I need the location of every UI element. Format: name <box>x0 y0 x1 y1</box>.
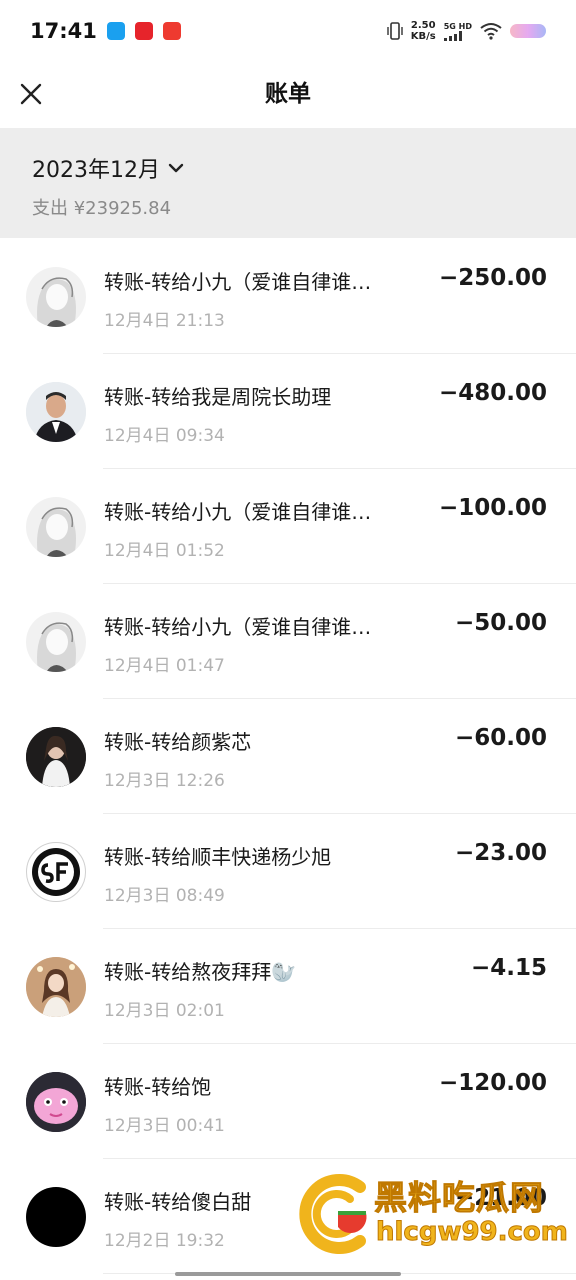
transaction-time: 12月2日 19:32 <box>104 1231 225 1251</box>
transaction-row[interactable]: 转账-转给颜紫芯 12月3日 12:26 −60.00 <box>0 699 576 814</box>
status-left: 17:41 <box>30 19 181 43</box>
transaction-amount: −100.00 <box>438 495 547 521</box>
avatar <box>26 497 86 557</box>
network-type: 5G HD <box>443 21 472 31</box>
transaction-amount: −60.00 <box>454 725 547 751</box>
avatar-sketch-image <box>37 277 76 327</box>
transaction-title: 转账-转给小九（爱谁自律谁… <box>104 500 372 524</box>
transaction-title: 转账-转给小九（爱谁自律谁… <box>104 615 372 639</box>
home-indicator[interactable] <box>175 1272 401 1276</box>
transaction-time: 12月3日 12:26 <box>104 771 225 791</box>
avatar-cartoon-image <box>26 1072 86 1132</box>
transaction-time: 12月3日 08:49 <box>104 886 225 906</box>
signal-bars-icon <box>443 30 462 41</box>
shopping-notification-icon <box>162 22 181 40</box>
transaction-row[interactable]: 转账-转给小九（爱谁自律谁… 12月4日 01:52 −100.00 <box>0 469 576 584</box>
transaction-time: 12月4日 01:47 <box>104 656 225 676</box>
month-summary: 2023年12月 支出 ¥23925.84 <box>0 128 576 238</box>
transaction-amount: −23.00 <box>454 840 547 866</box>
month-label: 2023年12月 <box>32 158 160 183</box>
network-speed-value: 2.50 <box>410 20 436 31</box>
avatar-sketch-image <box>37 622 76 672</box>
network-speed: 2.50 KB/s <box>411 20 436 42</box>
avatar-portrait-image <box>26 382 86 442</box>
avatar <box>26 1187 86 1247</box>
transaction-amount: −120.00 <box>438 1070 547 1096</box>
transaction-time: 12月4日 09:34 <box>104 426 225 446</box>
sf-logo-icon <box>32 848 80 896</box>
network-speed-unit: KB/s <box>410 31 436 42</box>
transaction-time: 12月3日 00:41 <box>104 1116 225 1136</box>
status-right: 2.50 KB/s 5G HD <box>387 20 546 42</box>
transaction-time: 12月4日 21:13 <box>104 311 225 331</box>
news-notification-icon <box>134 22 153 40</box>
avatar <box>26 727 86 787</box>
page-title: 账单 <box>265 81 311 107</box>
avatar-photo-image <box>26 957 86 1017</box>
avatar-sketch-image <box>37 507 76 557</box>
transaction-title: 转账-转给我是周院长助理 <box>104 385 332 409</box>
status-time: 17:41 <box>30 19 97 43</box>
vibrate-icon <box>387 22 403 40</box>
nav-bar: 账单 <box>0 62 576 128</box>
total-spend: 支出 ¥23925.84 <box>32 198 172 219</box>
transaction-title: 转账-转给顺丰快递杨少旭 <box>104 845 332 869</box>
month-picker[interactable]: 2023年12月 <box>32 152 184 184</box>
watermark-logo-icon <box>299 1174 367 1254</box>
avatar <box>26 957 86 1017</box>
watermark-name: 黑料吃瓜网 <box>374 1178 544 1218</box>
transaction-title: 转账-转给饱 <box>104 1075 212 1099</box>
app-notification-icon <box>106 22 125 40</box>
transaction-row[interactable]: 转账-转给我是周院长助理 12月4日 09:34 −480.00 <box>0 354 576 469</box>
transaction-title: 转账-转给小九（爱谁自律谁… <box>104 270 372 294</box>
transaction-amount: −250.00 <box>438 265 547 291</box>
transaction-title: 转账-转给傻白甜 <box>104 1190 252 1214</box>
transaction-row[interactable]: 转账-转给熬夜拜拜🦭 12月3日 02:01 −4.15 <box>0 929 576 1044</box>
avatar <box>26 382 86 442</box>
avatar <box>26 1072 86 1132</box>
avatar <box>26 267 86 327</box>
chevron-down-icon <box>168 163 184 173</box>
watermark-url: hlcgw99.com <box>376 1217 569 1248</box>
transaction-amount: −480.00 <box>438 380 547 406</box>
transaction-row[interactable]: 转账-转给顺丰快递杨少旭 12月3日 08:49 −23.00 <box>0 814 576 929</box>
transaction-row[interactable]: 转账-转给小九（爱谁自律谁… 12月4日 01:47 −50.00 <box>0 584 576 699</box>
battery-icon <box>510 24 546 38</box>
transaction-row[interactable]: 转账-转给饱 12月3日 00:41 −120.00 <box>0 1044 576 1159</box>
watermark: 黑料吃瓜网 hlcgw99.com <box>294 1165 576 1265</box>
transaction-list: 转账-转给小九（爱谁自律谁… 12月4日 21:13 −250.00 转账-转给… <box>0 239 576 1274</box>
transaction-amount: −4.15 <box>470 955 547 981</box>
transaction-title: 转账-转给颜紫芯 <box>104 730 252 754</box>
cellular-signal: 5G HD <box>443 21 472 41</box>
transaction-title: 转账-转给熬夜拜拜🦭 <box>104 960 297 984</box>
transaction-row[interactable]: 转账-转给小九（爱谁自律谁… 12月4日 21:13 −250.00 <box>0 239 576 354</box>
wifi-icon <box>480 23 502 40</box>
status-bar: 17:41 2.50 KB/s 5G HD <box>0 0 576 62</box>
transaction-time: 12月3日 02:01 <box>104 1001 225 1021</box>
transaction-time: 12月4日 01:52 <box>104 541 225 561</box>
avatar-photo-image <box>26 727 86 787</box>
avatar <box>26 612 86 672</box>
transaction-amount: −50.00 <box>454 610 547 636</box>
avatar <box>26 842 86 902</box>
